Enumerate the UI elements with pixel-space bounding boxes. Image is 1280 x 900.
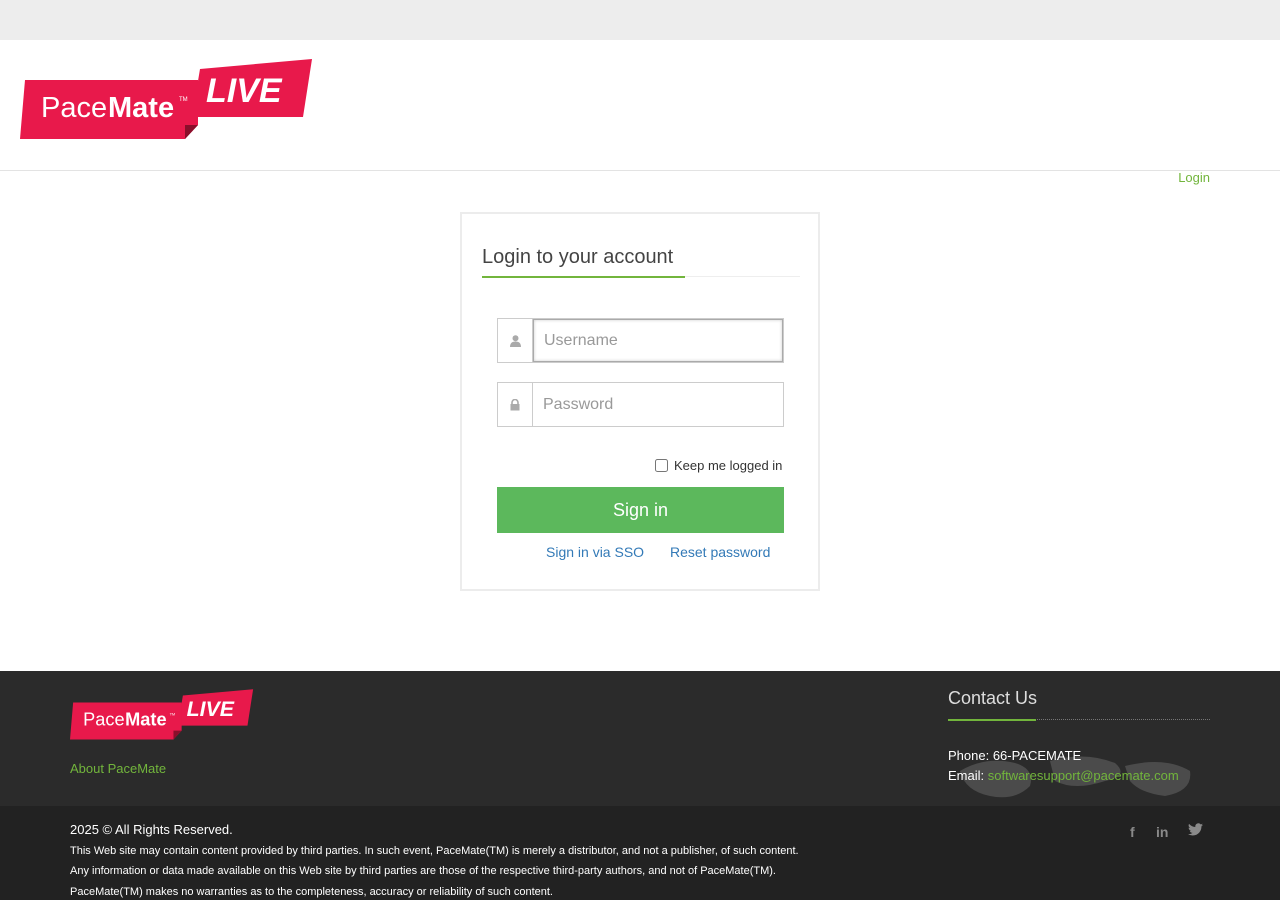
logo-text-live: LIVE xyxy=(206,72,283,110)
reset-password-link[interactable]: Reset password xyxy=(670,544,770,560)
disclaimer-line: Any information or data made available o… xyxy=(70,865,776,877)
footer-logo-text-pace: Pace xyxy=(83,710,124,730)
footer-logo-fold xyxy=(173,730,182,740)
contact-us-heading: Contact Us xyxy=(948,688,1038,708)
sign-in-button[interactable]: Sign in xyxy=(497,487,784,533)
logo-text-pace: Pace xyxy=(41,92,107,124)
footer-logo-text-live: LIVE xyxy=(187,697,235,721)
twitter-icon[interactable] xyxy=(1188,823,1203,839)
footer-bottom-bar: 2025 © All Rights Reserved. This Web sit… xyxy=(0,806,1280,900)
footer-logo-text-mate: Mate xyxy=(125,710,166,730)
footer-logo-graphic: Pace Mate TM LIVE xyxy=(70,689,254,740)
copyright-text: 2025 © All Rights Reserved. xyxy=(70,822,233,837)
keep-logged-in-label: Keep me logged in xyxy=(674,458,783,473)
user-icon xyxy=(498,319,533,362)
about-pacemate-link[interactable]: About PaceMate xyxy=(70,761,166,776)
username-field xyxy=(497,318,784,363)
contact-email: Email: softwaresupport@pacemate.com xyxy=(948,768,1179,783)
contact-underline xyxy=(948,719,1036,721)
facebook-icon[interactable]: f xyxy=(1130,824,1135,840)
title-underline xyxy=(482,276,685,278)
site-header: Pace Mate TM LIVE xyxy=(0,40,1280,171)
keep-logged-in[interactable]: Keep me logged in xyxy=(655,458,782,473)
login-card-title: Login to your account xyxy=(482,246,674,268)
disclaimer-line: PaceMate(TM) makes no warranties as to t… xyxy=(70,886,553,898)
site-footer: Pace Mate TM LIVE About PaceMate Contact… xyxy=(0,671,1280,806)
username-input[interactable] xyxy=(533,319,783,362)
contact-email-link[interactable]: softwaresupport@pacemate.com xyxy=(988,768,1179,783)
nav-login-link[interactable]: Login xyxy=(1178,170,1210,185)
pacemate-live-logo[interactable]: Pace Mate TM LIVE xyxy=(20,59,315,141)
contact-email-label: Email: xyxy=(948,768,988,783)
linkedin-icon[interactable]: in xyxy=(1156,824,1168,840)
logo-text-mate: Mate xyxy=(108,92,174,124)
footer-logo[interactable]: Pace Mate TM LIVE xyxy=(70,689,255,741)
sso-link[interactable]: Sign in via SSO xyxy=(546,544,644,560)
logo-graphic: Pace Mate TM LIVE xyxy=(20,59,312,139)
login-card: Login to your account Keep me logged in … xyxy=(460,212,820,591)
password-input[interactable] xyxy=(533,383,783,426)
logo-fold xyxy=(185,125,198,139)
logo-text-tm: TM xyxy=(179,97,188,103)
top-strip xyxy=(0,0,1280,40)
footer-logo-text-tm: TM xyxy=(170,713,175,717)
disclaimer-line: This Web site may contain content provid… xyxy=(70,845,799,857)
lock-icon xyxy=(498,383,533,426)
keep-logged-in-checkbox[interactable] xyxy=(655,459,668,472)
password-field xyxy=(497,382,784,427)
contact-phone: Phone: 66-PACEMATE xyxy=(948,748,1082,763)
